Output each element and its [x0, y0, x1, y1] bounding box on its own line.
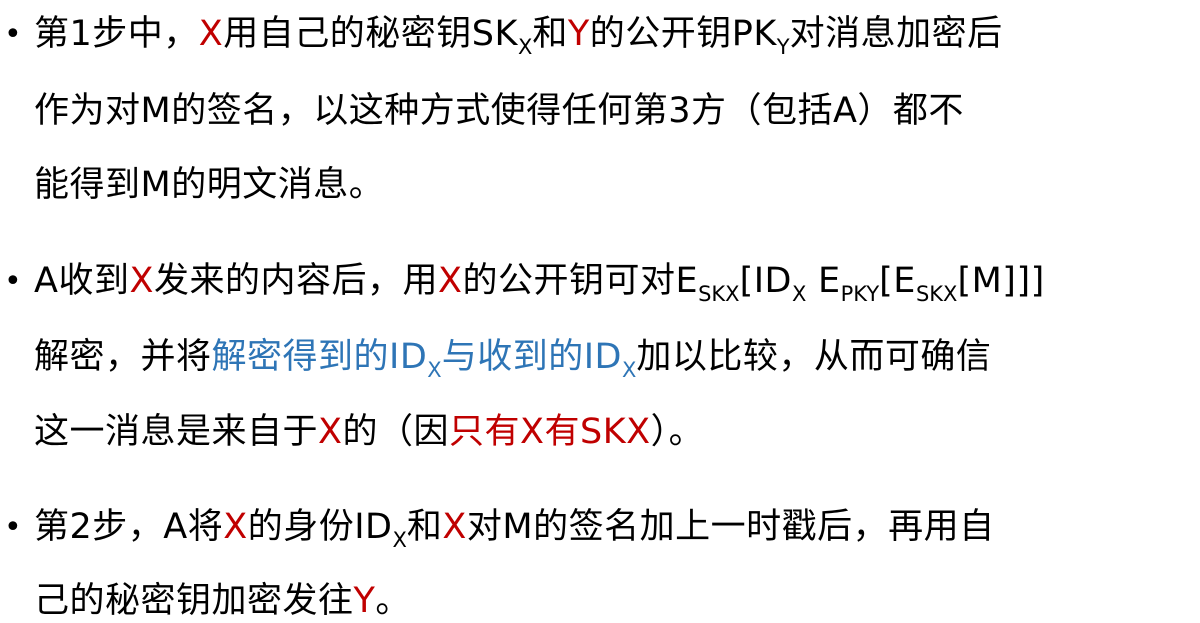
- highlight-red-text: X: [318, 412, 343, 452]
- text-segment: 能得到M的明文消息。: [34, 165, 385, 205]
- bullet-dot: •: [4, 264, 22, 299]
- text-line: 解密，并将解密得到的IDX与收到的IDX加以比较，从而可确信: [34, 336, 991, 382]
- text-segment: 解密，并将: [34, 337, 212, 377]
- text-line: A收到X发来的内容后，用X的公开钥可对ESKX[IDX EPKY[ESKX[M]…: [34, 260, 1045, 306]
- highlight-red-text: X: [442, 507, 467, 547]
- text-line: 作为对M的签名，以这种方式使得任何第3方（包括A）都不: [34, 90, 964, 132]
- highlight-red-text: X: [198, 14, 224, 54]
- text-segment: 第1步中，: [34, 14, 199, 54]
- highlight-red-text: X: [437, 261, 463, 301]
- text-segment: 加以比较，从而可确信: [636, 337, 992, 377]
- subscript-text: Y: [776, 35, 790, 59]
- subscript-text: X: [517, 35, 533, 59]
- text-segment: [ID: [739, 261, 792, 301]
- text-segment: 和: [532, 14, 568, 54]
- highlight-blue-text: 解密得到的ID: [211, 337, 428, 377]
- subscript-text: X: [792, 282, 807, 306]
- text-segment: [E: [879, 261, 916, 301]
- text-segment: ）。: [650, 412, 705, 452]
- subscript-text: SKX: [698, 282, 740, 306]
- text-line: 能得到M的明文消息。: [34, 164, 384, 206]
- text-segment: 对M的签名加上一时戳后，再用自: [466, 507, 995, 547]
- highlight-red-text: X: [129, 261, 154, 301]
- subscript-text: X: [621, 358, 637, 382]
- text-segment: 和: [406, 507, 443, 547]
- text-segment: 的公开钥PK: [589, 14, 777, 54]
- text-segment: [M]]]: [957, 261, 1045, 301]
- text-segment: 对消息加密后: [789, 14, 1003, 54]
- subscript-text: X: [427, 358, 442, 382]
- subscript-text: PKY: [840, 282, 880, 306]
- text-segment: 发来的内容后，用: [153, 261, 438, 301]
- bullet-dot: •: [4, 510, 22, 545]
- highlight-red-text: X: [223, 507, 248, 547]
- text-segment: 作为对M的签名，以这种方式使得任何第3方（包括A）都不: [34, 91, 964, 131]
- text-segment: E: [806, 261, 841, 301]
- text-segment: 的公开钥可对E: [462, 261, 699, 301]
- bullet-dot: •: [4, 17, 22, 52]
- text-line: 第1步中，X用自己的秘密钥SKX和Y的公开钥PKY对消息加密后: [34, 13, 1003, 59]
- text-line: 第2步，A将X的身份IDX和X对M的签名加上一时戳后，再用自: [34, 506, 995, 552]
- slide-content: • 第1步中，X用自己的秘密钥SKX和Y的公开钥PKY对消息加密后 作为对M的签…: [0, 0, 1200, 623]
- text-segment: 己的秘密钥加密发往: [34, 581, 354, 621]
- subscript-text: SKX: [915, 282, 958, 306]
- text-segment: 第2步，A将: [34, 507, 224, 547]
- highlight-blue-text: 与收到的ID: [441, 337, 622, 377]
- text-segment: 的（因: [342, 412, 450, 452]
- text-segment: 的身份ID: [247, 507, 393, 547]
- subscript-text: X: [392, 528, 407, 552]
- highlight-red-text: Y: [567, 14, 590, 54]
- text-segment: 这一消息是来自于: [34, 412, 319, 452]
- text-segment: 。: [375, 581, 411, 621]
- text-line: 这一消息是来自于X的（因只有X有SKX）。: [34, 411, 704, 453]
- highlight-red-text: Y: [353, 581, 376, 621]
- text-line: 己的秘密钥加密发往Y。: [34, 580, 411, 622]
- text-segment: 用自己的秘密钥SK: [223, 14, 518, 54]
- highlight-red-text: 只有X有SKX: [449, 412, 651, 452]
- text-segment: A收到: [34, 261, 130, 301]
